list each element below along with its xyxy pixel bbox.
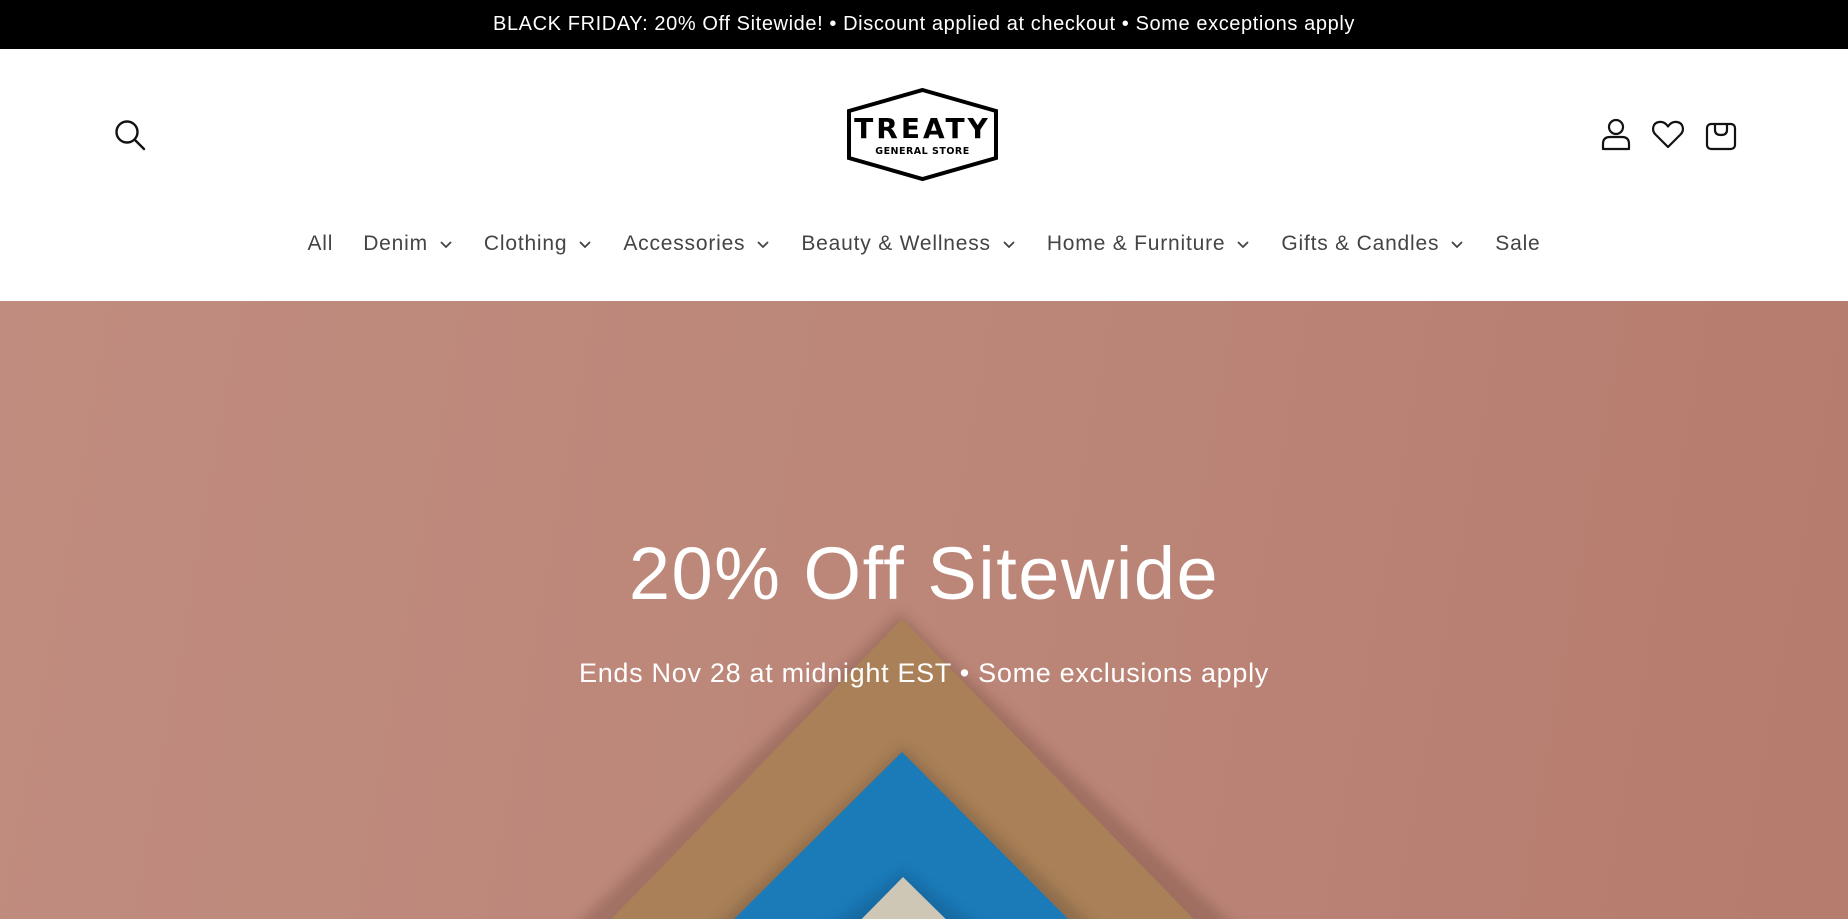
chevron-down-icon — [1451, 241, 1463, 249]
chevron-down-icon — [1237, 241, 1250, 249]
cart-icon — [1705, 122, 1737, 151]
search-button[interactable] — [112, 117, 148, 153]
cart-button[interactable] — [1703, 116, 1739, 152]
search-icon — [115, 120, 146, 151]
site-header: TREATY GENERAL STORE All Denim Clothing — [0, 49, 1848, 301]
logo-subtext: GENERAL STORE — [875, 146, 969, 157]
hero-banner: 20% Off Sitewide Ends Nov 28 at midnight… — [0, 301, 1848, 919]
nav-item-sale[interactable]: Sale — [1480, 232, 1555, 256]
store-logo[interactable]: TREATY GENERAL STORE — [844, 87, 1001, 182]
nav-item-label: Home & Furniture — [1046, 232, 1226, 255]
chevron-down-icon — [579, 241, 591, 249]
nav-item-beauty-wellness[interactable]: Beauty & Wellness — [786, 232, 1031, 256]
nav-item-clothing[interactable]: Clothing — [469, 232, 608, 256]
hero-title: 20% Off Sitewide — [628, 532, 1220, 615]
main-navigation: All Denim Clothing Accessories Beauty & … — [0, 222, 1848, 266]
hero-subtitle: Ends Nov 28 at midnight EST • Some exclu… — [579, 658, 1269, 688]
announcement-bar: BLACK FRIDAY: 20% Off Sitewide! • Discou… — [0, 0, 1848, 49]
chevron-down-icon — [1003, 241, 1015, 249]
nav-item-home-furniture[interactable]: Home & Furniture — [1032, 232, 1267, 256]
nav-item-gifts-candles[interactable]: Gifts & Candles — [1266, 232, 1480, 256]
announcement-text: BLACK FRIDAY: 20% Off Sitewide! • Discou… — [493, 13, 1355, 35]
nav-item-label: Accessories — [623, 232, 746, 255]
chevron-down-icon — [757, 241, 770, 249]
nav-item-accessories[interactable]: Accessories — [608, 232, 786, 256]
chevron-down-icon — [440, 241, 452, 249]
heart-icon — [1652, 120, 1684, 149]
nav-item-denim[interactable]: Denim — [348, 232, 469, 256]
nav-item-label: All — [307, 232, 334, 255]
account-button[interactable] — [1598, 116, 1634, 152]
nav-item-label: Beauty & Wellness — [801, 232, 991, 255]
logo-text: TREATY — [854, 112, 991, 145]
wishlist-button[interactable] — [1650, 116, 1686, 152]
account-icon — [1601, 118, 1631, 151]
nav-item-label: Denim — [363, 232, 428, 255]
nav-item-label: Gifts & Candles — [1281, 232, 1440, 255]
nav-item-label: Clothing — [483, 232, 568, 255]
nav-item-all[interactable]: All — [292, 232, 348, 256]
nav-item-label: Sale — [1495, 232, 1541, 255]
